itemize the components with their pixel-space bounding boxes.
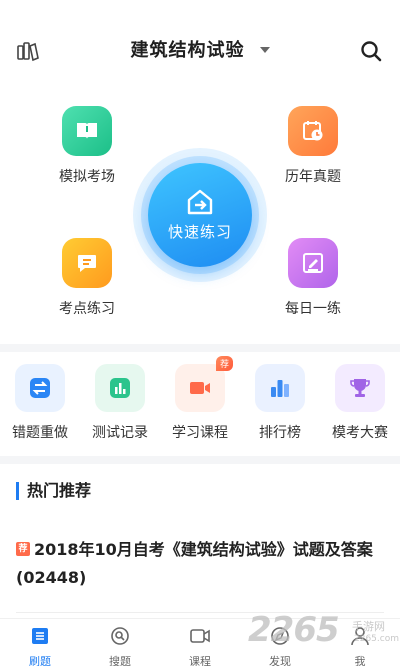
tool-label: 错题重做 bbox=[12, 425, 68, 441]
tool-mock-contest[interactable]: 模考大赛 bbox=[320, 364, 400, 442]
swap-arrows-icon bbox=[15, 364, 65, 412]
hub-item-topic-practice[interactable]: 考点练习 bbox=[37, 238, 137, 318]
article-title: 2018年10月自考《建筑结构试验》试题及答案(02448) bbox=[16, 540, 373, 587]
header: 建筑结构试验 bbox=[0, 0, 400, 100]
tool-label: 学习课程 bbox=[172, 425, 228, 441]
tool-wrong-questions[interactable]: 错题重做 bbox=[0, 364, 80, 442]
tool-label: 测试记录 bbox=[92, 425, 148, 441]
hub-item-label: 考点练习 bbox=[59, 301, 115, 317]
grid-list-icon bbox=[32, 628, 48, 644]
user-icon bbox=[351, 627, 369, 646]
trophy-icon bbox=[335, 364, 385, 412]
subject-selector[interactable]: 建筑结构试验 bbox=[0, 36, 400, 62]
bar-chart-icon bbox=[95, 364, 145, 412]
tool-label: 排行榜 bbox=[259, 425, 301, 441]
nav-item-courses[interactable]: 课程 bbox=[170, 625, 230, 666]
tools-row: 错题重做 测试记录 荐 学习课程 排行榜 模考大赛 bbox=[0, 356, 400, 446]
video-icon bbox=[190, 629, 210, 643]
book-open-icon bbox=[62, 106, 112, 156]
video-camera-icon: 荐 bbox=[175, 356, 233, 412]
nav-label: 发现 bbox=[269, 655, 291, 666]
tool-label: 模考大赛 bbox=[332, 425, 388, 441]
quick-practice-button[interactable]: 快速练习 bbox=[133, 148, 267, 282]
calendar-clock-icon bbox=[288, 106, 338, 156]
quick-practice-label: 快速练习 bbox=[167, 222, 232, 241]
nav-label: 我 bbox=[354, 655, 366, 666]
hub-item-daily-practice[interactable]: 每日一练 bbox=[263, 238, 363, 318]
divider-line bbox=[16, 612, 384, 613]
pen-icon bbox=[288, 238, 338, 288]
recommend-section-title: 热门推荐 bbox=[16, 482, 91, 500]
recommend-tag: 荐 bbox=[16, 541, 30, 556]
practice-hub: 模拟考场 历年真题 考点练习 每日一练 快速练习 bbox=[0, 96, 400, 346]
recommend-badge: 荐 bbox=[215, 356, 233, 371]
chevron-down-icon bbox=[259, 46, 270, 53]
compass-icon bbox=[271, 627, 289, 645]
section-divider bbox=[0, 344, 400, 352]
nav-label: 课程 bbox=[189, 655, 211, 666]
nav-item-me[interactable]: 我 bbox=[330, 625, 390, 666]
nav-item-discover[interactable]: 发现 bbox=[250, 625, 310, 666]
nav-label: 刷题 bbox=[29, 655, 51, 666]
hub-item-label: 每日一练 bbox=[285, 301, 341, 317]
chat-lines-icon bbox=[62, 238, 112, 288]
hub-item-label: 历年真题 bbox=[285, 169, 341, 185]
nav-item-practice[interactable]: 刷题 bbox=[10, 625, 70, 666]
hub-item-mock-exam[interactable]: 模拟考场 bbox=[37, 106, 137, 186]
section-divider bbox=[0, 456, 400, 464]
nav-label: 搜题 bbox=[109, 655, 131, 666]
ranking-bars-icon bbox=[255, 364, 305, 412]
article-item[interactable]: 荐 2018年10月自考《建筑结构试验》试题及答案(02448) bbox=[16, 536, 386, 592]
page-title: 建筑结构试验 bbox=[130, 40, 245, 61]
tool-courses[interactable]: 荐 学习课程 bbox=[160, 356, 240, 442]
nav-item-search-questions[interactable]: 搜题 bbox=[90, 625, 150, 666]
tool-leaderboard[interactable]: 排行榜 bbox=[240, 364, 320, 442]
hub-item-past-exams[interactable]: 历年真题 bbox=[263, 106, 363, 186]
search-icon[interactable] bbox=[360, 40, 382, 62]
arrow-right-house-icon bbox=[187, 189, 213, 214]
hub-item-label: 模拟考场 bbox=[59, 169, 115, 185]
search-circle-icon bbox=[111, 627, 129, 645]
bottom-nav: 刷题 搜题 课程 发现 我 bbox=[0, 618, 400, 666]
tool-test-records[interactable]: 测试记录 bbox=[80, 364, 160, 442]
